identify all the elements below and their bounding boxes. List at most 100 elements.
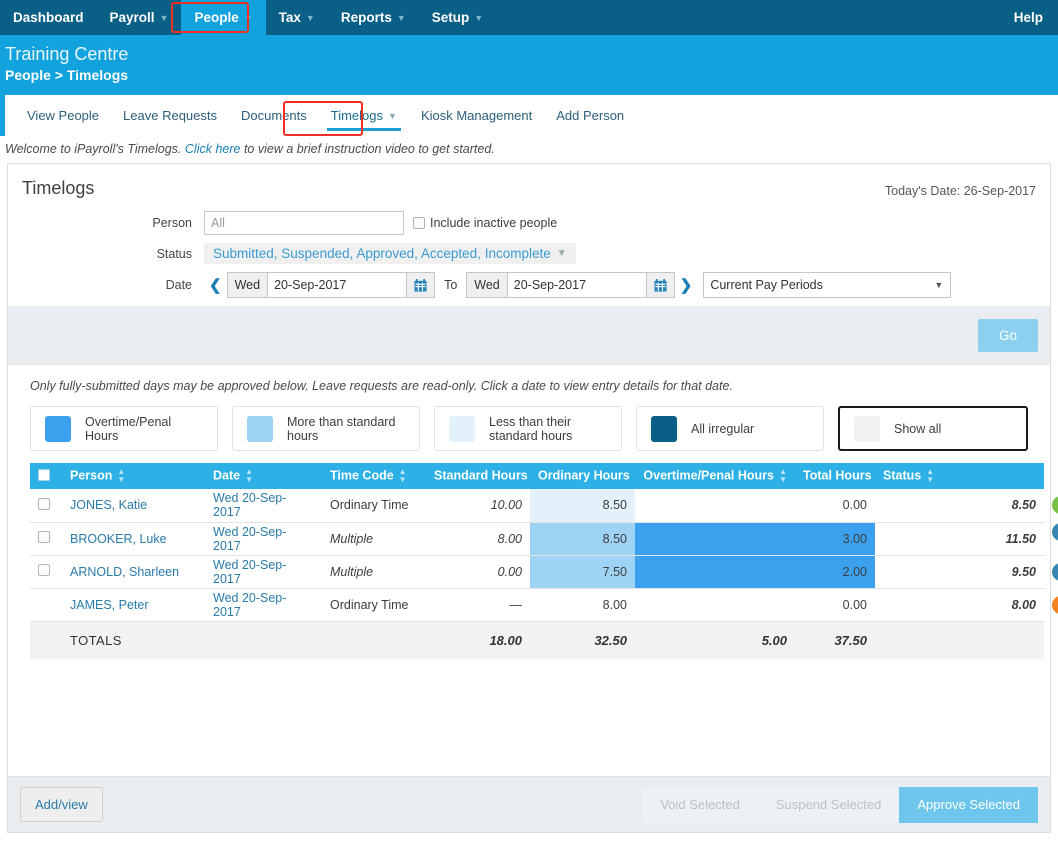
select-all-checkbox[interactable]: [38, 469, 50, 481]
legend-filter-more-than-standard-hours[interactable]: More than standard hours: [232, 406, 420, 451]
row-checkbox[interactable]: [38, 564, 50, 576]
nav-spacer: [496, 0, 999, 35]
column-header-person[interactable]: Person▲▼: [62, 463, 205, 489]
sort-arrows-icon[interactable]: ▲▼: [399, 468, 407, 484]
table-row[interactable]: JAMES, Peter Wed 20-Sep-2017 Ordinary Time…: [30, 588, 1044, 621]
cell-date[interactable]: Wed 20-Sep-2017: [205, 555, 322, 588]
cell-date[interactable]: Wed 20-Sep-2017: [205, 522, 322, 555]
person-link[interactable]: JONES, Katie: [70, 498, 147, 512]
include-inactive-wrapper[interactable]: Include inactive people: [413, 216, 557, 230]
cell-time-code: Ordinary Time: [322, 489, 426, 522]
column-header-standard-hours[interactable]: Standard Hours▲▼: [426, 463, 530, 489]
person-link[interactable]: ARNOLD, Sharleen: [70, 565, 179, 579]
calendar-icon-to[interactable]: [647, 272, 675, 298]
instruction-video-link[interactable]: Click here: [185, 142, 241, 156]
row-select-cell[interactable]: [30, 522, 62, 555]
table-row[interactable]: JONES, Katie Wed 20-Sep-2017 Ordinary Time…: [30, 489, 1044, 522]
tab-leave-requests[interactable]: Leave Requests: [111, 95, 229, 136]
date-link[interactable]: Wed 20-Sep-2017: [213, 491, 286, 519]
column-header-status[interactable]: Status▲▼: [875, 463, 1044, 489]
column-header-time-code[interactable]: Time Code▲▼: [322, 463, 426, 489]
suspend-selected-button[interactable]: Suspend Selected: [758, 787, 900, 823]
timelogs-table: Person▲▼Date▲▼Time Code▲▼Standard Hours▲…: [30, 463, 1044, 659]
legend-colour-swatch: [247, 416, 273, 442]
person-link[interactable]: BROOKER, Luke: [70, 532, 167, 546]
status-multiselect[interactable]: Submitted, Suspended, Approved, Accepted…: [204, 243, 576, 264]
table-row[interactable]: BROOKER, LukeWed 20-Sep-2017Multiple8.00…: [30, 522, 1044, 555]
date-to-input[interactable]: [507, 272, 647, 298]
sort-arrows-icon[interactable]: ▲▼: [245, 468, 253, 484]
date-link[interactable]: Wed 20-Sep-2017: [213, 558, 286, 586]
nav-item-people[interactable]: People▼: [181, 0, 265, 35]
todays-date: Today's Date: 26-Sep-2017: [885, 178, 1036, 198]
nav-item-reports[interactable]: Reports▼: [328, 0, 419, 35]
sort-arrows-icon[interactable]: ▲▼: [779, 468, 787, 484]
nav-item-setup[interactable]: Setup▼: [419, 0, 496, 35]
cell-person[interactable]: JAMES, Peter: [62, 588, 205, 621]
totals-blank-date: [205, 621, 322, 659]
column-header-ordinary-hours[interactable]: Ordinary Hours▲▼: [530, 463, 635, 489]
go-button[interactable]: Go: [978, 319, 1038, 352]
cell-date[interactable]: Wed 20-Sep-2017: [205, 489, 322, 522]
person-input[interactable]: [204, 211, 404, 235]
approve-selected-button[interactable]: Approve Selected: [899, 787, 1038, 823]
legend-filter-overtime-penal-hours[interactable]: Overtime/Penal Hours: [30, 406, 218, 451]
date-link[interactable]: Wed 20-Sep-2017: [213, 525, 286, 553]
nav-item-tax[interactable]: Tax▼: [266, 0, 328, 35]
tab-bar: View People Leave Requests Documents Timelo…: [5, 95, 1058, 136]
legend-filter-all-irregular[interactable]: All irregular: [636, 406, 824, 451]
sort-arrows-icon[interactable]: ▲▼: [926, 468, 934, 484]
pay-period-select-wrapper[interactable]: Current Pay Periods ▼: [703, 272, 951, 298]
cell-person[interactable]: ARNOLD, Sharleen: [62, 555, 205, 588]
chevron-down-icon: ▼: [474, 13, 483, 23]
nav-item-dashboard[interactable]: Dashboard: [0, 0, 97, 35]
date-from-input[interactable]: [267, 272, 407, 298]
chevron-down-icon: ▼: [934, 280, 943, 290]
nav-item-payroll[interactable]: Payroll▼: [97, 0, 182, 35]
add-view-button[interactable]: Add/view: [20, 787, 103, 822]
tab-kiosk-management[interactable]: Kiosk Management: [409, 95, 544, 136]
column-header-overtime-penal-hours[interactable]: Overtime/Penal Hours▲▼: [635, 463, 795, 489]
tab-view-people[interactable]: View People: [15, 95, 111, 136]
totals-spacer: [30, 621, 62, 659]
cell-ordinary-hours: 8.50: [530, 489, 635, 522]
cell-person[interactable]: BROOKER, Luke: [62, 522, 205, 555]
row-checkbox[interactable]: [38, 498, 50, 510]
tab-documents[interactable]: Documents: [229, 95, 319, 136]
tab-add-person[interactable]: Add Person: [544, 95, 636, 136]
pay-period-select[interactable]: Current Pay Periods: [703, 272, 951, 298]
person-link[interactable]: JAMES, Peter: [70, 598, 149, 612]
tab-label: Documents: [241, 108, 307, 123]
table-body: JONES, Katie Wed 20-Sep-2017 Ordinary Time…: [30, 489, 1044, 621]
previous-period-icon[interactable]: ❮: [204, 276, 227, 294]
table-row[interactable]: ARNOLD, SharleenWed 20-Sep-2017Multiple0…: [30, 555, 1044, 588]
cell-person[interactable]: JONES, Katie: [62, 489, 205, 522]
legend-filter-less-than-their-standard-hours[interactable]: Less than their standard hours: [434, 406, 622, 451]
include-inactive-checkbox[interactable]: [413, 217, 425, 229]
row-checkbox[interactable]: [38, 531, 50, 543]
legend-filter-show-all[interactable]: Show all: [838, 406, 1028, 451]
column-header-date[interactable]: Date▲▼: [205, 463, 322, 489]
tab-timelogs[interactable]: Timelogs▼: [319, 95, 409, 136]
cell-ordinary-hours: 7.50: [530, 555, 635, 588]
legend-colour-swatch: [449, 416, 475, 442]
totals-label: TOTALS: [62, 621, 205, 659]
row-select-cell[interactable]: [30, 555, 62, 588]
select-all-header[interactable]: [30, 463, 62, 489]
date-to-day: Wed: [466, 272, 506, 298]
row-select-cell[interactable]: [30, 489, 62, 522]
totals-row: TOTALS 18.00 32.50 5.00 37.50: [30, 621, 1044, 659]
nav-help-link[interactable]: Help: [999, 0, 1058, 35]
calendar-icon-from[interactable]: [407, 272, 435, 298]
void-selected-button[interactable]: Void Selected: [642, 787, 758, 823]
tab-label: View People: [27, 108, 99, 123]
cell-date[interactable]: Wed 20-Sep-2017: [205, 588, 322, 621]
cell-time-code: Ordinary Time: [322, 588, 426, 621]
cell-standard-hours: 10.00: [426, 489, 530, 522]
date-link[interactable]: Wed 20-Sep-2017: [213, 591, 286, 619]
column-header-total-hours[interactable]: Total Hours▲▼: [795, 463, 875, 489]
row-select-cell: [30, 588, 62, 621]
filter-row-status: Status Submitted, Suspended, Approved, A…: [8, 243, 1050, 264]
next-period-icon[interactable]: ❯: [675, 276, 698, 294]
sort-arrows-icon[interactable]: ▲▼: [117, 468, 125, 484]
